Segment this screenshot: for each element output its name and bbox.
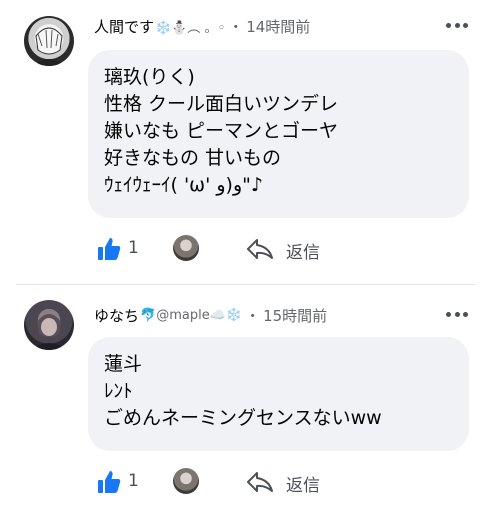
comment-item: ゆなち 🐬@maple☁️❄️ ・ 15時間前 蓮斗 ﾚﾝﾄ ごめんネーミングセ… (0, 292, 492, 512)
author-name[interactable]: ゆなち (94, 305, 139, 326)
author-emojis: ❄️⛄️︵ 。◦ (155, 21, 226, 36)
divider (16, 284, 476, 285)
avatar-illustration (32, 27, 66, 66)
comment-meta: ゆなち 🐬@maple☁️❄️ ・ 15時間前 (94, 305, 327, 326)
reply-arrow-icon[interactable] (246, 236, 274, 262)
reactor-avatar[interactable] (173, 235, 199, 261)
like-count: 1 (128, 238, 139, 258)
thumbs-up-icon[interactable] (96, 236, 122, 262)
meta-separator: ・ (245, 307, 261, 325)
more-dots-icon[interactable] (446, 20, 468, 30)
timestamp: 15時間前 (263, 307, 328, 325)
author-emojis: 🐬@maple☁️❄️ (140, 308, 243, 323)
comment-actions: 1 返信 (96, 232, 396, 268)
reply-button[interactable]: 返信 (286, 471, 320, 496)
author-name[interactable]: 人間です (94, 16, 154, 37)
comment-text-line: 嫌いなも ピーマンとゴーヤ (104, 120, 339, 142)
reply-button[interactable]: 返信 (286, 238, 320, 263)
comment-text-line: ｳｪｲｳｪｰｲ( 'ω' و)و"♪ (104, 174, 264, 196)
thumbs-up-icon[interactable] (96, 469, 122, 495)
comment-text-line: ﾚﾝﾄ (104, 380, 133, 402)
more-dots-icon[interactable] (446, 309, 468, 319)
comment-text-line: 好きなもの 甘いもの (104, 147, 282, 169)
comment-actions: 1 返信 (96, 465, 396, 501)
comment-text-line: ごめんネーミングセンスないww (104, 407, 382, 429)
comment-item: 人間です ❄️⛄️︵ 。◦ ・ 14時間前 璃玖(りく) 性格 クール面白いツン… (0, 0, 492, 280)
comment-text-line: 性格 クール面白いツンデレ (104, 93, 339, 115)
reply-arrow-icon[interactable] (246, 469, 274, 495)
avatar-illustration (30, 314, 68, 350)
avatar[interactable] (24, 300, 74, 350)
avatar[interactable] (24, 16, 74, 66)
timestamp: 14時間前 (246, 18, 311, 36)
reactor-avatar[interactable] (173, 468, 199, 494)
comment-bubble: 蓮斗 ﾚﾝﾄ ごめんネーミングセンスないww (88, 337, 469, 451)
comment-text-line: 蓮斗 (104, 353, 143, 375)
like-count: 1 (128, 471, 139, 491)
comment-bubble: 璃玖(りく) 性格 クール面白いツンデレ 嫌いなも ピーマンとゴーヤ 好きなもの… (88, 50, 469, 218)
comment-meta: 人間です ❄️⛄️︵ 。◦ ・ 14時間前 (94, 16, 310, 37)
meta-separator: ・ (228, 18, 244, 36)
comment-text-line: 璃玖(りく) (104, 66, 195, 88)
